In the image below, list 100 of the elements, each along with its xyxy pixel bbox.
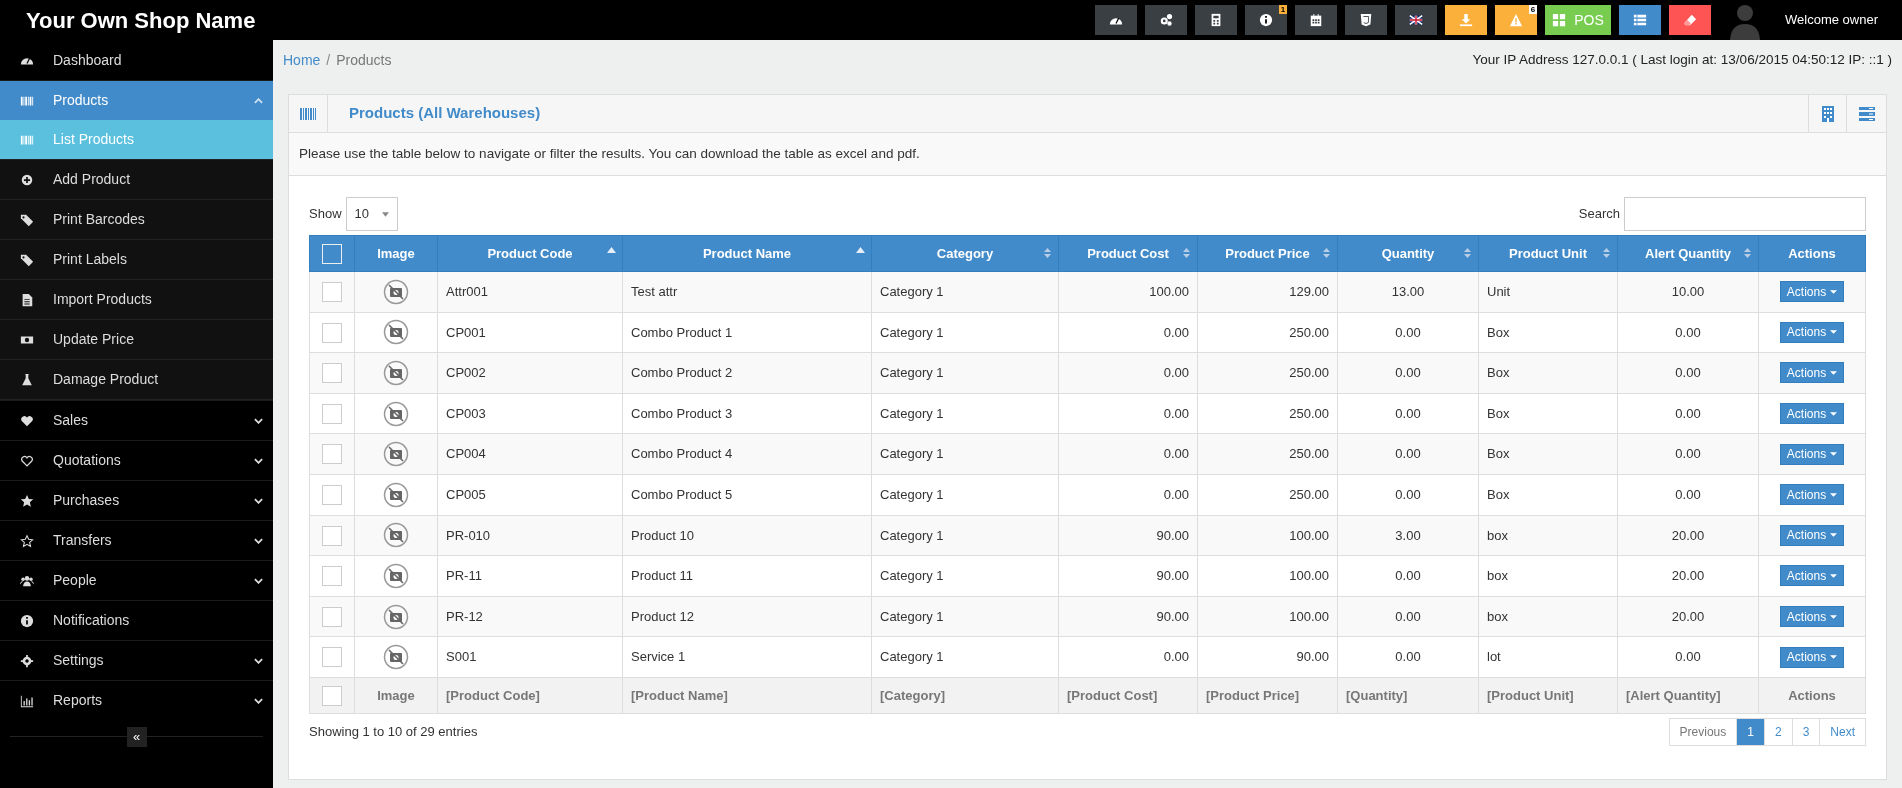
table-cell: 90.00	[1058, 555, 1198, 597]
actions-dropdown-button[interactable]: Actions	[1779, 524, 1845, 546]
actions-dropdown-button[interactable]: Actions	[1779, 443, 1845, 465]
table-cell: Combo Product 1	[622, 312, 872, 353]
table-cell: 0.00	[1617, 312, 1759, 353]
panel-intro: Please use the table below to navigate or filter the results. You can download the table as excel and pdf.	[289, 133, 1886, 176]
actions-dropdown-button[interactable]: Actions	[1779, 321, 1845, 343]
toolbar-button[interactable]: 6	[1495, 5, 1538, 35]
actions-dropdown-button[interactable]: Actions	[1779, 362, 1845, 384]
table-cell: box	[1478, 596, 1618, 637]
pagination-button[interactable]: Previous	[1668, 717, 1738, 746]
actions-dropdown-button[interactable]: Actions	[1779, 606, 1845, 628]
table-cell: 250.00	[1197, 352, 1338, 394]
column-filter[interactable]: [Quantity]	[1337, 677, 1479, 714]
footer-checkbox[interactable]	[322, 685, 342, 706]
row-checkbox[interactable]	[322, 606, 342, 627]
column-filter[interactable]: [Product Cost]	[1058, 677, 1198, 714]
column-header[interactable]: Product Price	[1197, 235, 1338, 272]
column-header[interactable]: Alert Quantity	[1617, 235, 1759, 272]
column-filter[interactable]: [Product Price]	[1197, 677, 1338, 714]
row-checkbox[interactable]	[322, 363, 342, 384]
column-header[interactable]: Category	[871, 235, 1059, 272]
column-filter[interactable]: [Product Code]	[437, 677, 623, 714]
row-checkbox[interactable]	[322, 282, 342, 303]
sidebar-item[interactable]: Add Product	[0, 160, 273, 200]
sidebar-item[interactable]: List Products	[0, 120, 273, 160]
column-header[interactable]: Product Code	[437, 235, 623, 272]
toolbar-button[interactable]	[1669, 5, 1712, 35]
row-checkbox[interactable]	[322, 403, 342, 424]
toolbar-button[interactable]	[1445, 5, 1488, 35]
table-cell: 0.00	[1617, 474, 1759, 516]
actions-dropdown-button[interactable]: Actions	[1779, 565, 1845, 587]
row-checkbox[interactable]	[322, 444, 342, 465]
breadcrumb-link[interactable]: Home	[283, 49, 321, 71]
column-filter[interactable]: Actions	[1758, 677, 1866, 714]
table-cell: 0.00	[1337, 636, 1479, 678]
toolbar-button[interactable]	[1395, 5, 1438, 35]
pagination-button[interactable]: 1	[1736, 717, 1765, 746]
chevron-icon	[254, 97, 263, 104]
table-cell: 250.00	[1197, 312, 1338, 353]
table-cell: CP003	[437, 393, 623, 434]
actions-dropdown-button[interactable]: Actions	[1779, 484, 1845, 506]
column-filter[interactable]: Image	[354, 677, 438, 714]
row-checkbox[interactable]	[322, 647, 342, 668]
table-cell: Test attr	[622, 271, 872, 313]
pagination-button[interactable]: Next	[1819, 717, 1866, 746]
caret-icon	[1830, 614, 1838, 619]
row-checkbox[interactable]	[322, 322, 342, 343]
collapse-sidebar-button[interactable]: «	[126, 727, 147, 747]
table-cell: 100.00	[1197, 555, 1338, 597]
sidebar-item[interactable]: Print Labels	[0, 240, 273, 280]
column-header[interactable]: Product Name	[622, 235, 872, 272]
actions-dropdown-button[interactable]: Actions	[1779, 403, 1845, 425]
column-header[interactable]: Quantity	[1337, 235, 1479, 272]
search-field[interactable]	[1624, 197, 1866, 231]
row-checkbox[interactable]	[322, 485, 342, 506]
toolbar-button[interactable]	[1295, 5, 1338, 35]
pagination-button[interactable]: 2	[1763, 717, 1793, 746]
caret-icon	[1830, 533, 1838, 538]
toolbar-button[interactable]	[1145, 5, 1188, 35]
table-cell: 100.00	[1197, 515, 1338, 556]
eraser-icon	[1683, 13, 1698, 27]
table-cell: 0.00	[1337, 555, 1479, 597]
column-filter[interactable]: [Product Name]	[622, 677, 872, 714]
page-size-select[interactable]: 10	[345, 197, 398, 231]
table-cell: Box	[1478, 433, 1618, 475]
search-label: Search	[1578, 205, 1620, 224]
toolbar-button[interactable]	[1345, 5, 1388, 35]
table-cell: 0.00	[1058, 474, 1198, 516]
sidebar-item[interactable]: Damage Product	[0, 360, 273, 400]
settings-icon	[19, 653, 34, 668]
table-cell: Service 1	[622, 636, 872, 678]
table-cell: Box	[1478, 393, 1618, 434]
toolbar-button[interactable]	[1095, 5, 1138, 35]
column-header[interactable]: Actions	[1758, 235, 1866, 272]
column-header[interactable]: Product Cost	[1058, 235, 1198, 272]
toolbar-button[interactable]: 1	[1245, 5, 1288, 35]
row-checkbox[interactable]	[322, 566, 342, 587]
sidebar-item[interactable]: Update Price	[0, 320, 273, 360]
sidebar-item[interactable]: Products	[0, 80, 273, 120]
column-filter[interactable]: [Product Unit]	[1478, 677, 1618, 714]
column-header[interactable]: Image	[354, 235, 438, 272]
toolbar-button[interactable]	[1195, 5, 1238, 35]
row-checkbox[interactable]	[322, 525, 342, 546]
table-cell: Attr001	[437, 271, 623, 313]
shop-name[interactable]: Your Own Shop Name	[0, 3, 256, 37]
column-filter[interactable]: [Category]	[871, 677, 1059, 714]
table-cell: 3.00	[1337, 515, 1479, 556]
toolbar-button[interactable]	[1619, 5, 1662, 35]
actions-dropdown-button[interactable]: Actions	[1779, 646, 1845, 668]
column-header[interactable]: Product Unit	[1478, 235, 1618, 272]
table-cell: 0.00	[1337, 352, 1479, 394]
actions-dropdown-button[interactable]: Actions	[1779, 281, 1845, 303]
table-cell: S001	[437, 636, 623, 678]
sidebar-item[interactable]: Print Barcodes	[0, 200, 273, 240]
select-all-checkbox[interactable]	[322, 243, 342, 264]
table-cell: Category 1	[871, 596, 1059, 637]
column-filter[interactable]: [Alert Quantity]	[1617, 677, 1759, 714]
chevron-icon	[254, 697, 263, 704]
sidebar-item[interactable]: Import Products	[0, 280, 273, 320]
